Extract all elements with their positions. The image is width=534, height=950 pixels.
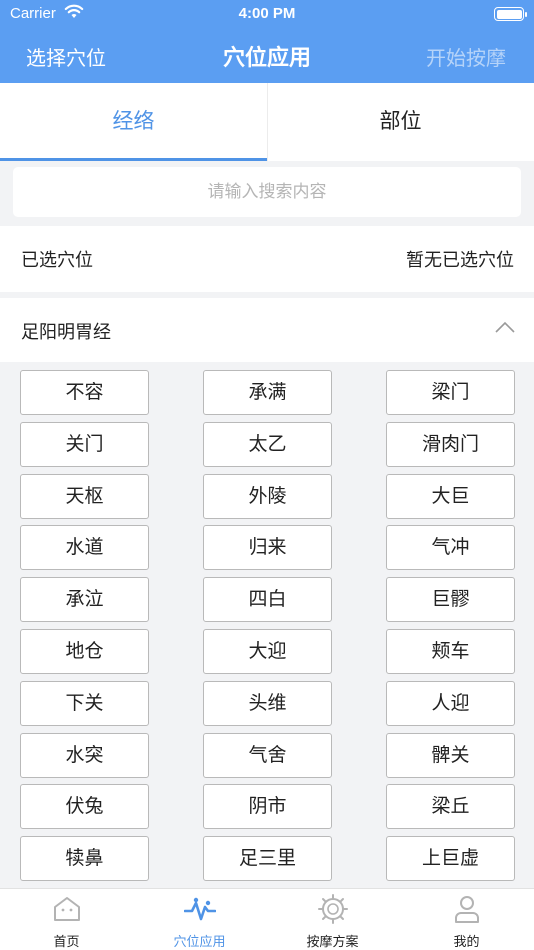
- acupoint-button[interactable]: 天枢: [20, 473, 149, 519]
- acupoint-button[interactable]: 大迎: [203, 629, 332, 674]
- tabbar-acupoint-label: 穴位应用: [173, 935, 226, 950]
- acupoint-button[interactable]: 犊鼻: [20, 836, 149, 882]
- bottom-tab-bar: 首页 穴位应用 按摩方案 我的: [0, 888, 534, 950]
- acupoint-button[interactable]: 地仓: [20, 629, 149, 674]
- massage-plan-icon: [317, 894, 348, 924]
- search-input[interactable]: [13, 167, 521, 217]
- acupoint-button[interactable]: 气舍: [203, 732, 332, 778]
- pulse-icon: [183, 897, 216, 921]
- selected-acupoints-row: 已选穴位 暂无已选穴位: [0, 226, 534, 292]
- acupoint-button[interactable]: 上巨虚: [386, 836, 515, 882]
- meridian-group-header[interactable]: 足阳明胃经: [0, 298, 534, 362]
- home-icon: [53, 897, 80, 921]
- acupoint-button[interactable]: 梁丘: [386, 784, 515, 830]
- tabbar-mine-label: 我的: [453, 935, 480, 950]
- acupoint-button[interactable]: 足三里: [203, 836, 332, 882]
- acupoint-button[interactable]: 水道: [20, 525, 149, 571]
- select-acupoint-button[interactable]: 选择穴位: [26, 42, 106, 71]
- acupoint-button[interactable]: 归来: [203, 525, 332, 571]
- acupoint-button[interactable]: 承泣: [20, 577, 149, 623]
- acupoint-grid: 不容 承满 梁门关门 太乙 滑肉门天枢 外陵 大巨水道 归来 气冲承泣 四白 巨髎地仓 大迎 颊车下关 头…: [0, 362, 534, 888]
- acupoint-button[interactable]: 颊车: [386, 629, 515, 674]
- acupoint-button[interactable]: 不容: [20, 370, 149, 415]
- status-bar: Carrier 4:00 PM: [0, 0, 534, 28]
- meridian-group-title: 足阳明胃经: [21, 322, 111, 343]
- acupoint-button[interactable]: 头维: [203, 680, 332, 726]
- chevron-up-icon[interactable]: [494, 320, 516, 334]
- acupoint-button[interactable]: 梁门: [386, 370, 515, 415]
- acupoint-button[interactable]: 四白: [203, 577, 332, 623]
- clock: 4:00 PM: [238, 5, 296, 22]
- user-icon: [454, 896, 479, 923]
- start-massage-button[interactable]: 开始按摩: [426, 42, 506, 71]
- selected-acupoints-value: 暂无已选穴位: [406, 250, 514, 271]
- tab-meridian[interactable]: 经络: [0, 83, 267, 161]
- acupoint-button[interactable]: 关门: [20, 421, 149, 467]
- acupoint-button[interactable]: 承满: [203, 370, 332, 415]
- tabbar-acupoint[interactable]: 穴位应用: [133, 889, 266, 950]
- search-area: [0, 161, 534, 223]
- acupoint-button[interactable]: 太乙: [203, 421, 332, 467]
- acupoint-button[interactable]: 伏兔: [20, 784, 149, 830]
- acupoint-button[interactable]: 水突: [20, 732, 149, 778]
- tab-region[interactable]: 部位: [267, 83, 534, 161]
- acupoint-button[interactable]: 大巨: [386, 473, 515, 519]
- nav-bar: 选择穴位 穴位应用 开始按摩: [0, 28, 534, 83]
- acupoint-button[interactable]: 巨髎: [386, 577, 515, 623]
- tabbar-massage[interactable]: 按摩方案: [266, 889, 399, 950]
- page-title: 穴位应用: [222, 46, 311, 71]
- battery-icon: [494, 7, 527, 21]
- acupoint-button[interactable]: 气冲: [386, 525, 515, 571]
- acupoint-button[interactable]: 阴市: [203, 784, 332, 830]
- category-tabs: 经络 部位: [0, 83, 534, 161]
- acupoint-button[interactable]: 髀关: [386, 732, 515, 778]
- tabbar-home-label: 首页: [53, 935, 80, 950]
- acupoint-button[interactable]: 人迎: [386, 680, 515, 726]
- selected-acupoints-label: 已选穴位: [21, 250, 93, 271]
- acupoint-button[interactable]: 滑肉门: [386, 421, 515, 467]
- tabbar-mine[interactable]: 我的: [400, 889, 533, 950]
- acupoint-button[interactable]: 外陵: [203, 473, 332, 519]
- tabbar-home[interactable]: 首页: [0, 889, 133, 950]
- acupoint-button[interactable]: 下关: [20, 680, 149, 726]
- tabbar-massage-label: 按摩方案: [306, 935, 359, 950]
